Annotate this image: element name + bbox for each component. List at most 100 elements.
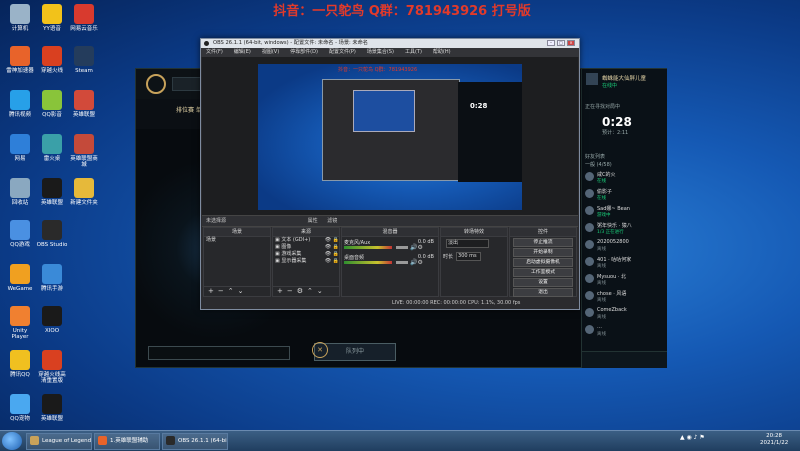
preview-canvas[interactable]: 抖音：一只鸵鸟 Q群：781943926 0:28 xyxy=(258,64,522,210)
add-icon[interactable]: + xyxy=(277,287,283,295)
transition-select[interactable]: 淡出 xyxy=(441,237,507,250)
control-button[interactable]: 开始录制 xyxy=(513,248,573,257)
duration-input[interactable]: 300 ms xyxy=(456,252,482,261)
desktop-icon[interactable]: XIOO xyxy=(36,306,68,334)
visibility-lock-icon[interactable]: 👁 🔒 xyxy=(325,244,339,251)
visibility-lock-icon[interactable]: 👁 🔒 xyxy=(325,258,339,265)
remove-icon[interactable]: − xyxy=(218,287,224,295)
desktop-icon[interactable]: WeGame xyxy=(4,264,36,292)
desktop-icon[interactable]: 英雄联盟 xyxy=(68,90,100,118)
desktop-icon[interactable]: 腾讯视频 xyxy=(4,90,36,118)
close-icon[interactable]: × xyxy=(567,40,575,46)
friend-item[interactable]: 咸C的火 在线 xyxy=(585,171,665,185)
friend-group[interactable]: 一般 (4/58) xyxy=(585,161,612,168)
avatar[interactable] xyxy=(586,73,598,85)
desktop-icon[interactable]: 英雄联盟商城 xyxy=(68,134,100,168)
source-item[interactable]: ▣ 显示器采集 👁 🔒 xyxy=(273,258,339,265)
visibility-lock-icon[interactable]: 👁 🔒 xyxy=(325,251,339,258)
speaker-icon[interactable]: 🔊⚙ xyxy=(410,244,423,251)
up-icon[interactable]: ⌃ xyxy=(228,287,234,295)
desktop-icon[interactable]: 网易云音乐 xyxy=(68,4,100,32)
desktop-icon[interactable]: Steam xyxy=(68,46,100,74)
desktop-icon[interactable]: 回收站 xyxy=(4,178,36,206)
friend-item[interactable]: 偷影子 在线 xyxy=(585,188,665,202)
volume-slider[interactable] xyxy=(396,261,408,264)
transition-value[interactable]: 淡出 xyxy=(446,239,489,248)
filters-button[interactable]: 滤镜 xyxy=(327,218,337,224)
desktop-icon[interactable]: 穿越火线高清重置版 xyxy=(36,350,68,384)
desktop-icon[interactable]: Unity Player xyxy=(4,306,36,340)
speaker-icon[interactable]: 🔊⚙ xyxy=(410,259,423,266)
desktop-icon[interactable]: 网易 xyxy=(4,134,36,162)
desktop-icon[interactable]: 计算机 xyxy=(4,4,36,32)
friend-item[interactable]: Sad娜~ Bean 游戏中 xyxy=(585,205,665,219)
friend-item[interactable]: 粥年快乐 · 猿八 1/3 正在进行 xyxy=(585,222,665,236)
properties-button[interactable]: 属性 xyxy=(308,218,318,224)
down-icon[interactable]: ⌄ xyxy=(238,287,244,295)
control-button[interactable]: 启动虚拟摄像机 xyxy=(513,258,573,267)
desktop-icon[interactable]: 穿越火线 xyxy=(36,46,68,74)
desktop-icon[interactable]: YY语音 xyxy=(36,4,68,32)
menu-item[interactable]: 帮助(H) xyxy=(433,49,451,55)
control-button[interactable]: 停止推流 xyxy=(513,238,573,247)
invite-input[interactable] xyxy=(148,346,290,360)
league-logo-icon[interactable] xyxy=(146,74,166,94)
desktop-icon[interactable]: 英雄联盟 xyxy=(36,178,68,206)
gear-icon[interactable]: ⚙ xyxy=(297,287,303,295)
desktop-icon[interactable]: QQ宠物 xyxy=(4,394,36,422)
sources-dock: 来源 ▣ 文本 (GDI+) 👁 🔒 ▣ 图像 👁 🔒 ▣ 游戏采集 👁 🔒 ▣ 显示… xyxy=(272,227,340,297)
up-icon[interactable]: ⌃ xyxy=(307,287,313,295)
system-tray[interactable]: ▲ ◉ ♪ ⚑ xyxy=(680,434,705,441)
add-icon[interactable]: + xyxy=(208,287,214,295)
menu-item[interactable]: 工具(T) xyxy=(405,49,422,55)
scenes-footer: + − ⌃ ⌄ xyxy=(204,286,270,296)
desktop-icon[interactable]: QQ影音 xyxy=(36,90,68,118)
volume-slider[interactable] xyxy=(396,246,408,249)
visibility-lock-icon[interactable]: 👁 🔒 xyxy=(325,237,339,244)
friend-item[interactable]: chose · 风语 离线 xyxy=(585,290,665,304)
cancel-queue-icon[interactable]: ✕ xyxy=(312,342,328,358)
control-button[interactable]: 设置 xyxy=(513,278,573,287)
obs-preview[interactable]: 抖音：一只鸵鸟 Q群：781943926 0:28 xyxy=(202,57,578,215)
clock[interactable]: 20:28 2021/1/22 xyxy=(760,433,788,447)
menu-item[interactable]: 视图(V) xyxy=(262,49,279,55)
source-item[interactable]: ▣ 文本 (GDI+) 👁 🔒 xyxy=(273,237,339,244)
remove-icon[interactable]: − xyxy=(287,287,293,295)
desktop-icon[interactable]: 雷神加速器 xyxy=(4,46,36,74)
menu-item[interactable]: 编辑(E) xyxy=(234,49,251,55)
menu-item[interactable]: 配置文件(P) xyxy=(329,49,356,55)
friend-item[interactable]: … 离线 xyxy=(585,324,665,338)
friend-item[interactable]: 401 · 咕咕何家 离线 xyxy=(585,256,665,270)
taskbar-item[interactable]: League of Legends xyxy=(26,433,92,450)
source-item[interactable]: ▣ 图像 👁 🔒 xyxy=(273,244,339,251)
desktop-icon[interactable]: 雷火桌 xyxy=(36,134,68,162)
desktop-icon[interactable]: 英雄联盟 xyxy=(36,394,68,422)
menu-item[interactable]: 场景集合(S) xyxy=(367,49,394,55)
desktop-icon[interactable]: 腾讯手游 xyxy=(36,264,68,292)
friend-item[interactable]: 2020052800 离线 xyxy=(585,239,665,253)
friend-status: 在线 xyxy=(597,196,606,201)
summoner-status[interactable]: 在线中 xyxy=(602,82,617,89)
taskbar-item[interactable]: 1.英雄联盟辅助 xyxy=(94,433,160,450)
desktop-icon[interactable]: OBS Studio xyxy=(36,220,68,248)
friend-status: 离线 xyxy=(597,332,606,337)
app-icon xyxy=(74,4,94,24)
menu-item[interactable]: 停靠部件(D) xyxy=(290,49,318,55)
desktop-icon[interactable]: 新建文件夹 xyxy=(68,178,100,206)
scene-item[interactable]: 场景 xyxy=(204,237,270,244)
control-button[interactable]: 工作室模式 xyxy=(513,268,573,277)
start-button[interactable] xyxy=(2,432,22,450)
control-button[interactable]: 退出 xyxy=(513,288,573,297)
maximize-icon[interactable]: □ xyxy=(557,40,565,46)
sources-footer: + − ⚙ ⌃ ⌄ xyxy=(273,286,339,296)
transitions-header: 转场特效 xyxy=(441,228,507,237)
desktop-icon[interactable]: 腾讯QQ xyxy=(4,350,36,378)
source-item[interactable]: ▣ 游戏采集 👁 🔒 xyxy=(273,251,339,258)
taskbar-item[interactable]: OBS 26.1.1 (64-bi... xyxy=(162,433,228,450)
friend-item[interactable]: ComeZback 离线 xyxy=(585,307,665,321)
menu-item[interactable]: 文件(F) xyxy=(206,49,223,55)
down-icon[interactable]: ⌄ xyxy=(317,287,323,295)
desktop-icon[interactable]: QQ游戏 xyxy=(4,220,36,248)
friend-item[interactable]: Mysuou · 北离线 xyxy=(585,273,665,287)
minimize-icon[interactable]: – xyxy=(547,40,555,46)
